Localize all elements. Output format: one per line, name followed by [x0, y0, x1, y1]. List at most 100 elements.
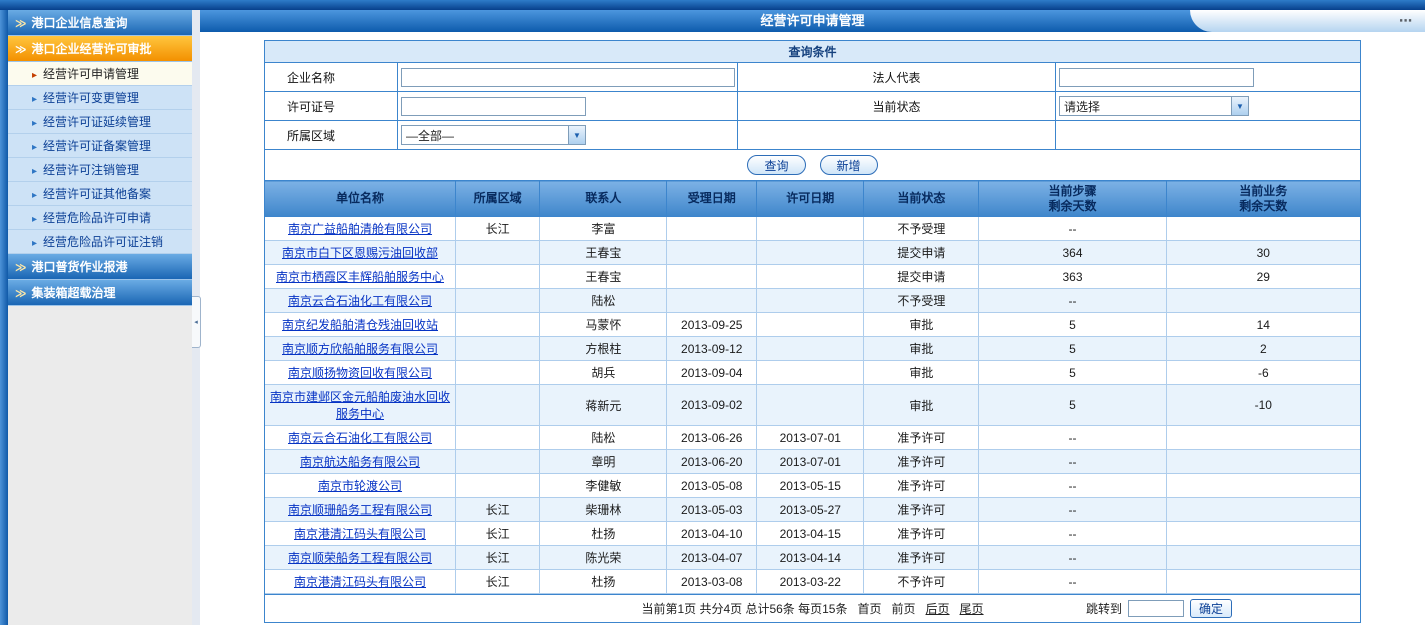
table-cell: 2013-06-26: [667, 426, 757, 450]
company-name-input[interactable]: [401, 68, 735, 87]
page-title: 经营许可申请管理: [760, 13, 864, 28]
sidebar-item-cargo-report[interactable]: ≫港口普货作业报港: [8, 254, 192, 280]
table-cell: 长江: [456, 570, 540, 594]
table-cell: 准予许可: [864, 426, 979, 450]
company-link[interactable]: 南京云合石油化工有限公司: [288, 431, 432, 445]
double-arrow-icon: ≫: [15, 262, 27, 274]
company-cell: 南京顺扬物资回收有限公司: [265, 361, 456, 385]
table-row: 南京顺珊船务工程有限公司长江柴珊林2013-05-032013-05-27准予许…: [265, 498, 1360, 522]
sidebar-item-7[interactable]: ▸经营危险品许可证注销: [8, 230, 192, 254]
double-arrow-icon: ≫: [15, 44, 27, 56]
table-cell: [1166, 450, 1360, 474]
company-link[interactable]: 南京顺扬物资回收有限公司: [288, 366, 432, 380]
company-cell: 南京航达船务有限公司: [265, 450, 456, 474]
company-link[interactable]: 南京纪发船舶清仓残油回收站: [282, 318, 438, 332]
table-cell: 杜扬: [540, 570, 667, 594]
first-page-link[interactable]: 首页: [857, 600, 881, 617]
table-cell: 2013-06-20: [667, 450, 757, 474]
table-cell: 准予许可: [864, 474, 979, 498]
table-cell: 2013-09-04: [667, 361, 757, 385]
sidebar-item-6[interactable]: ▸经营危险品许可申请: [8, 206, 192, 230]
table-cell: [1166, 522, 1360, 546]
confirm-button[interactable]: 确定: [1190, 599, 1232, 618]
company-link[interactable]: 南京顺珊船务工程有限公司: [288, 503, 432, 517]
sidebar-item-2[interactable]: ▸经营许可证延续管理: [8, 110, 192, 134]
last-page-link[interactable]: 尾页: [960, 600, 984, 617]
sidebar-item-info-query[interactable]: ≫港口企业信息查询: [8, 10, 192, 36]
table-cell: --: [979, 570, 1166, 594]
table-cell: 王春宝: [540, 241, 667, 265]
company-link[interactable]: 南京市白下区恩赐污油回收部: [282, 246, 438, 260]
sidebar-item-3[interactable]: ▸经营许可证备案管理: [8, 134, 192, 158]
company-link[interactable]: 南京广益船舶清舱有限公司: [288, 222, 432, 236]
table-cell: [456, 241, 540, 265]
company-cell: 南京广益船舶清舱有限公司: [265, 217, 456, 241]
table-header-row: 单位名称所属区域联系人受理日期许可日期当前状态当前步骤 剩余天数当前业务 剩余天…: [265, 181, 1360, 217]
prev-page-link[interactable]: 前页: [892, 600, 916, 617]
pagination: 当前第1页 共分4页 总计56条 每页15条 首页 前页 后页 尾页 跳转到 确…: [265, 594, 1360, 622]
company-link[interactable]: 南京市建邺区金元船舶废油水回收服务中心: [270, 390, 450, 421]
sidebar-section-license-approval[interactable]: ≫港口企业经营许可审批: [8, 36, 192, 62]
column-header: 受理日期: [667, 181, 757, 217]
sidebar-header-label: 港口企业信息查询: [32, 16, 128, 30]
table-cell: --: [979, 217, 1166, 241]
action-button-row: 查询 新增: [265, 150, 1360, 180]
company-link[interactable]: 南京顺方欣船舶服务有限公司: [282, 342, 438, 356]
table-cell: 准予许可: [864, 450, 979, 474]
table-cell: 长江: [456, 217, 540, 241]
table-cell: 364: [979, 241, 1166, 265]
company-cell: 南京港清江码头有限公司: [265, 522, 456, 546]
search-button[interactable]: 查询: [747, 155, 805, 175]
table-cell: [1166, 289, 1360, 313]
table-cell: --: [979, 474, 1166, 498]
company-link[interactable]: 南京航达船务有限公司: [300, 455, 420, 469]
next-page-link[interactable]: 后页: [926, 600, 950, 617]
company-link[interactable]: 南京港清江码头有限公司: [294, 575, 426, 589]
table-cell: [757, 265, 864, 289]
table-cell: --: [979, 546, 1166, 570]
table-cell: 2013-03-22: [757, 570, 864, 594]
table-row: 南京港清江码头有限公司长江杜扬2013-04-102013-04-15准予许可-…: [265, 522, 1360, 546]
table-cell: [757, 241, 864, 265]
sidebar-item-container-control[interactable]: ≫集装箱超载治理: [8, 280, 192, 306]
table-cell: 5: [979, 361, 1166, 385]
table-cell: 提交申请: [864, 241, 979, 265]
double-arrow-icon: ≫: [15, 288, 27, 300]
table-cell: 30: [1166, 241, 1360, 265]
table-cell: [667, 241, 757, 265]
table-cell: [667, 265, 757, 289]
company-link[interactable]: 南京顺荣船务工程有限公司: [288, 551, 432, 565]
table-cell: 2013-09-25: [667, 313, 757, 337]
jump-page-input[interactable]: [1128, 600, 1184, 617]
company-name-label: 企业名称: [265, 63, 398, 92]
pagination-summary: 当前第1页 共分4页 总计56条 每页15条: [641, 600, 847, 617]
titlebar-decoration: [1190, 10, 1425, 32]
company-link[interactable]: 南京港清江码头有限公司: [294, 527, 426, 541]
table-cell: 14: [1166, 313, 1360, 337]
table-cell: 审批: [864, 313, 979, 337]
region-cell: —全部— ▼: [398, 121, 738, 150]
sidebar-collapse-handle[interactable]: ◂: [192, 296, 201, 348]
sidebar-item-1[interactable]: ▸经营许可变更管理: [8, 86, 192, 110]
table-cell: -6: [1166, 361, 1360, 385]
table-cell: 陆松: [540, 289, 667, 313]
status-select[interactable]: 请选择 ▼: [1059, 96, 1249, 116]
region-select[interactable]: —全部— ▼: [401, 125, 586, 145]
table-cell: 29: [1166, 265, 1360, 289]
company-link[interactable]: 南京云合石油化工有限公司: [288, 294, 432, 308]
sidebar-item-4[interactable]: ▸经营许可注销管理: [8, 158, 192, 182]
add-button[interactable]: 新增: [820, 155, 878, 175]
status-label: 当前状态: [738, 92, 1056, 121]
sidebar-item-5[interactable]: ▸经营许可证其他备案: [8, 182, 192, 206]
table-cell: --: [979, 426, 1166, 450]
column-header: 所属区域: [456, 181, 540, 217]
sidebar-item-0[interactable]: ▸经营许可申请管理: [8, 62, 192, 86]
license-no-input[interactable]: [401, 97, 586, 116]
table-cell: [456, 313, 540, 337]
sidebar-item-label: 经营危险品许可证注销: [43, 235, 163, 249]
table-cell: --: [979, 450, 1166, 474]
company-link[interactable]: 南京市栖霞区丰辉船舶服务中心: [276, 270, 444, 284]
legal-rep-input[interactable]: [1059, 68, 1254, 87]
table-row: 南京纪发船舶清仓残油回收站马蒙怀2013-09-25审批514: [265, 313, 1360, 337]
company-link[interactable]: 南京市轮渡公司: [318, 479, 402, 493]
